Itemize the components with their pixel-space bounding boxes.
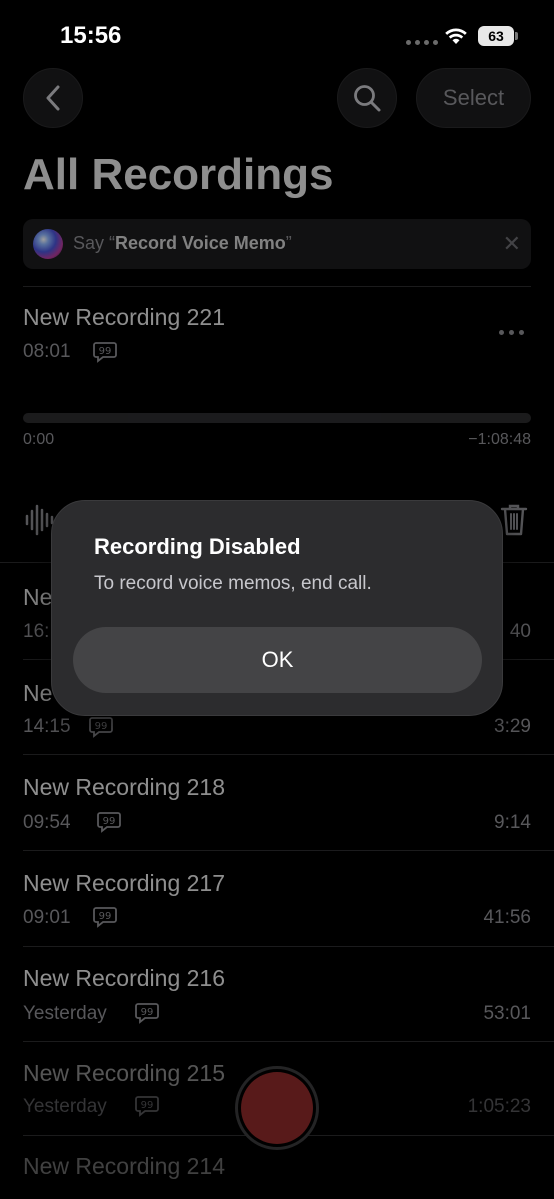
trash-icon[interactable] [500, 503, 528, 537]
back-chevron-icon [46, 85, 60, 111]
transcript-icon: 99 [89, 717, 113, 738]
transcript-icon: 99 [93, 907, 117, 928]
svg-text:99: 99 [99, 346, 112, 357]
transcript-icon: 99 [97, 812, 121, 833]
svg-text:99: 99 [99, 911, 112, 922]
recording-date: 16: [23, 621, 50, 642]
recording-title: New Recording 218 [23, 774, 226, 800]
recording-title: New Recording 217 [23, 870, 226, 896]
recording-date: Yesterday [23, 1096, 107, 1117]
svg-text:99: 99 [141, 1007, 154, 1018]
svg-text:99: 99 [141, 1100, 154, 1111]
svg-text:99: 99 [103, 816, 116, 827]
divider [23, 1041, 554, 1042]
recording-title: New Recording 215 [23, 1060, 226, 1086]
recording-disabled-alert: Recording Disabled To record voice memos… [51, 500, 503, 716]
divider [23, 286, 531, 287]
record-button-fill [241, 1072, 313, 1144]
alert-title: Recording Disabled [94, 534, 301, 559]
recording-date: 09:01 [23, 907, 71, 928]
divider [23, 754, 554, 755]
recording-title: Ne [23, 584, 53, 610]
search-icon [354, 85, 381, 112]
recording-duration: 53:01 [483, 1003, 531, 1024]
divider [23, 850, 554, 851]
siri-suffix: ” [285, 233, 292, 253]
recording-duration: 41:56 [483, 907, 531, 928]
transcript-icon: 99 [93, 342, 117, 363]
recording-date: Yesterday [23, 1003, 107, 1024]
recording-duration: 1:05:23 [467, 1096, 531, 1117]
divider [23, 946, 554, 947]
recording-title: New Recording 216 [23, 965, 226, 991]
siri-prefix: Say “ [73, 233, 116, 253]
more-icon[interactable] [499, 330, 524, 335]
playback-scrubber[interactable] [23, 413, 531, 423]
search-button[interactable] [337, 68, 397, 128]
current-time: 0:00 [23, 431, 55, 448]
transcript-icon: 99 [135, 1096, 159, 1117]
recording-duration: 9:14 [494, 812, 531, 833]
record-button[interactable] [235, 1066, 319, 1150]
recording-duration: 3:29 [494, 716, 531, 737]
siri-icon [33, 229, 63, 259]
alert-message: To record voice memos, end call. [94, 573, 372, 594]
remaining-time: −1:08:48 [468, 431, 531, 448]
ok-button[interactable]: OK [73, 627, 482, 693]
siri-phrase: Record Voice Memo [115, 233, 286, 253]
close-icon[interactable]: ✕ [503, 231, 521, 257]
recording-title: Ne [23, 680, 53, 706]
back-button[interactable] [23, 68, 83, 128]
expanded-recording-date: 08:01 [23, 341, 71, 362]
transcript-icon: 99 [135, 1003, 159, 1024]
recording-date: 09:54 [23, 812, 71, 833]
page-title: All Recordings [23, 150, 334, 199]
siri-suggestion-banner[interactable]: Say “Record Voice Memo” ✕ [23, 219, 531, 269]
recording-title: New Recording 214 [23, 1153, 226, 1179]
select-button[interactable]: Select [416, 68, 531, 128]
expanded-recording-title[interactable]: New Recording 221 [23, 304, 225, 331]
svg-text:99: 99 [95, 721, 108, 732]
recording-date: 14:15 [23, 716, 71, 737]
recording-duration: 40 [509, 621, 531, 642]
siri-suggestion-text: Say “Record Voice Memo” [73, 233, 292, 254]
